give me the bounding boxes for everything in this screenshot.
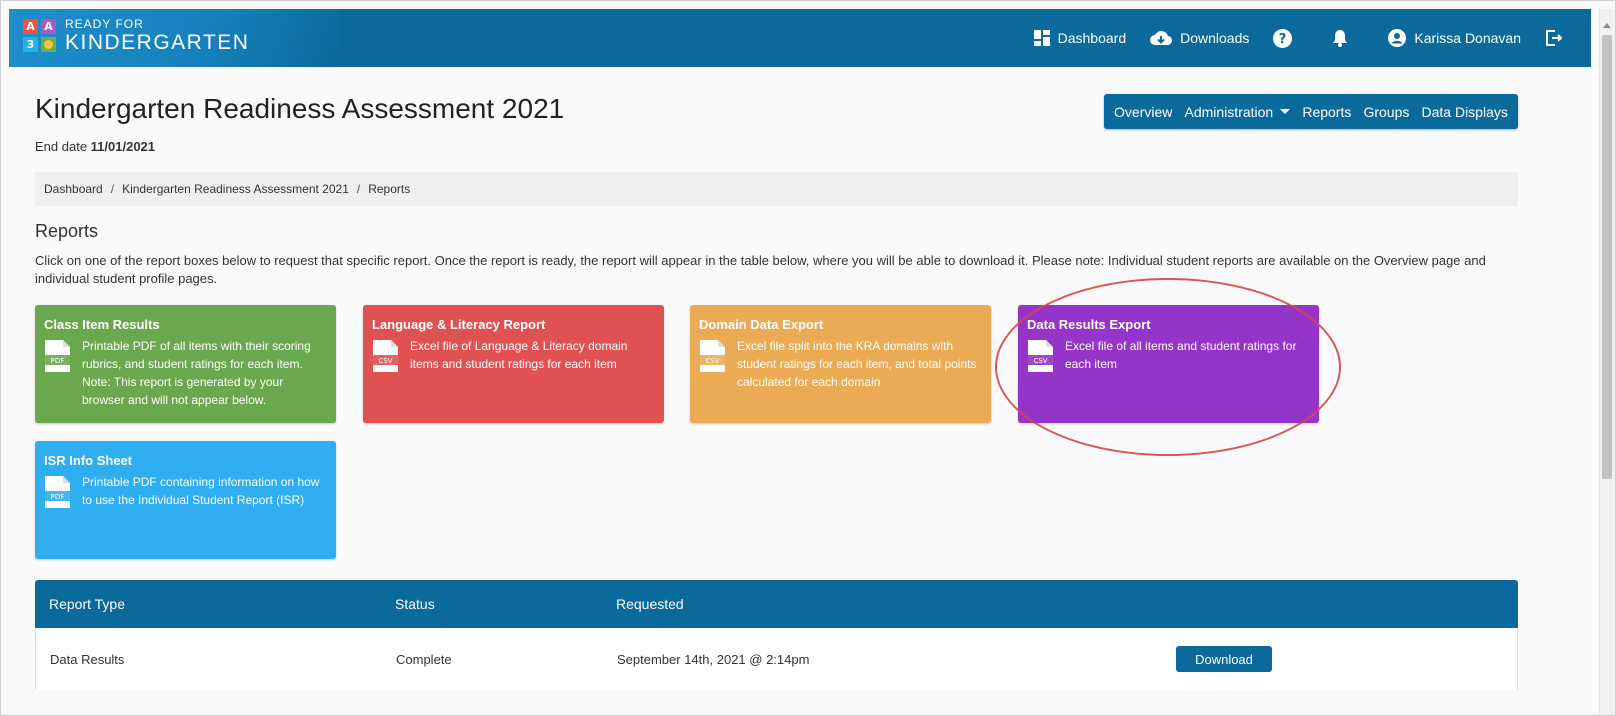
nav-dashboard-link[interactable]: Dashboard [1033,30,1127,46]
dashboard-icon [1033,30,1050,46]
logo-text-top: READY FOR [65,17,144,31]
subnav-administration[interactable]: Administration [1185,104,1291,120]
logout-icon [1546,30,1563,46]
logo-text: READY FOR KINDERGARTEN [65,18,249,53]
notifications-button[interactable] [1332,29,1348,47]
vertical-scrollbar[interactable] [1599,9,1615,715]
report-card-isr-info-sheet[interactable]: ISR Info Sheet PDF Printable PDF contain… [35,441,336,559]
subnav-administration-label: Administration [1184,103,1274,120]
nav-downloads-label: Downloads [1180,30,1250,46]
end-date: End date 11/01/2021 [35,139,155,154]
report-card-description: Printable PDF of all items with their sc… [82,339,311,407]
logout-button[interactable] [1545,29,1563,47]
svg-text:CSV: CSV [378,357,392,365]
download-button[interactable]: Download [1176,646,1272,672]
top-nav-links: Dashboard Downloads ? Karissa Donavan [1033,9,1591,67]
csv-file-icon: CSV [700,340,725,372]
bell-icon [1333,30,1348,47]
report-card-description: Excel file of Language & Literacy domain… [410,339,628,371]
logo-block: A [41,19,56,34]
help-icon: ? [1273,28,1293,48]
report-card-title: Domain Data Export [699,317,824,332]
subnav-groups[interactable]: Groups [1363,104,1409,120]
reports-heading: Reports [35,221,99,241]
report-card-title: ISR Info Sheet [44,453,133,468]
end-date-value: 11/01/2021 [90,139,156,154]
report-card-title: Language & Literacy Report [372,317,546,332]
cell-requested: September 14th, 2021 @ 2:14pm [617,651,810,667]
browser-frame: A A 3 READY FOR KINDERGARTEN Dashboard D… [0,0,1616,716]
pdf-file-icon: PDF [45,340,70,372]
user-menu[interactable]: Karissa Donavan [1388,29,1521,47]
caret-down-icon [1280,109,1291,114]
nav-dashboard-label: Dashboard [1057,30,1127,46]
logo-block: 3 [23,37,38,52]
table-row: Data Results Complete September 14th, 20… [35,628,1518,690]
top-navbar: A A 3 READY FOR KINDERGARTEN Dashboard D… [9,9,1591,67]
logo-block: A [23,19,38,34]
report-card-description: Printable PDF containing information on … [82,475,320,507]
reports-table: Report Type Status Requested Data Result… [35,580,1518,690]
report-card-description: Excel file split into the KRA domains wi… [737,339,977,389]
report-card-title: Class Item Results [44,317,160,332]
subnav-reports[interactable]: Reports [1302,104,1351,120]
scrollbar-thumb[interactable] [1602,35,1612,479]
reports-intro: Click on one of the report boxes below t… [35,253,1486,286]
assessment-subnav: Overview Administration Reports Groups D… [1104,94,1518,129]
svg-text:CSV: CSV [705,357,719,365]
logo-text-bottom: KINDERGARTEN [65,31,250,54]
pdf-file-icon: PDF [45,476,70,508]
report-card-domain-data-export[interactable]: Domain Data Export CSV Excel file split … [690,305,991,423]
cell-report-type: Data Results [50,651,125,667]
user-icon [1388,29,1407,47]
highlight-ring-annotation [995,278,1341,456]
logo-blocks-icon: A A 3 [23,19,56,52]
column-header-status: Status [395,596,435,612]
app-logo[interactable]: A A 3 READY FOR KINDERGARTEN [23,18,249,53]
breadcrumb-separator: / [110,182,115,196]
subnav-data-displays[interactable]: Data Displays [1422,104,1508,120]
csv-file-icon: CSV [373,340,398,372]
table-header: Report Type Status Requested [35,580,1518,628]
help-button[interactable]: ? [1273,28,1293,48]
cloud-download-icon [1150,31,1173,46]
app-viewport: A A 3 READY FOR KINDERGARTEN Dashboard D… [9,9,1591,715]
cell-action: Download [1176,646,1517,672]
column-header-report-type: Report Type [49,596,126,612]
column-header-requested: Requested [616,596,684,612]
breadcrumb-reports: Reports [368,182,411,196]
svg-text:?: ? [1279,32,1287,47]
report-card-language-literacy[interactable]: Language & Literacy Report CSV Excel fil… [363,305,664,423]
breadcrumb-separator: / [356,182,361,196]
scroll-up-icon[interactable] [1603,23,1611,28]
end-date-label: End date [35,139,88,154]
breadcrumb-assessment[interactable]: Kindergarten Readiness Assessment 2021 [122,182,349,196]
svg-text:PDF: PDF [51,493,65,501]
subnav-overview[interactable]: Overview [1114,104,1172,120]
report-card-class-item-results[interactable]: Class Item Results PDF Printable PDF of … [35,305,336,423]
svg-text:PDF: PDF [51,357,65,365]
cell-status: Complete [396,651,452,667]
logo-block [41,37,56,52]
breadcrumb-dashboard[interactable]: Dashboard [44,182,103,196]
nav-downloads-link[interactable]: Downloads [1150,30,1249,46]
page-title: Kindergarten Readiness Assessment 2021 [35,93,565,124]
breadcrumb: Dashboard / Kindergarten Readiness Asses… [35,172,1518,206]
user-name: Karissa Donavan [1414,30,1521,46]
